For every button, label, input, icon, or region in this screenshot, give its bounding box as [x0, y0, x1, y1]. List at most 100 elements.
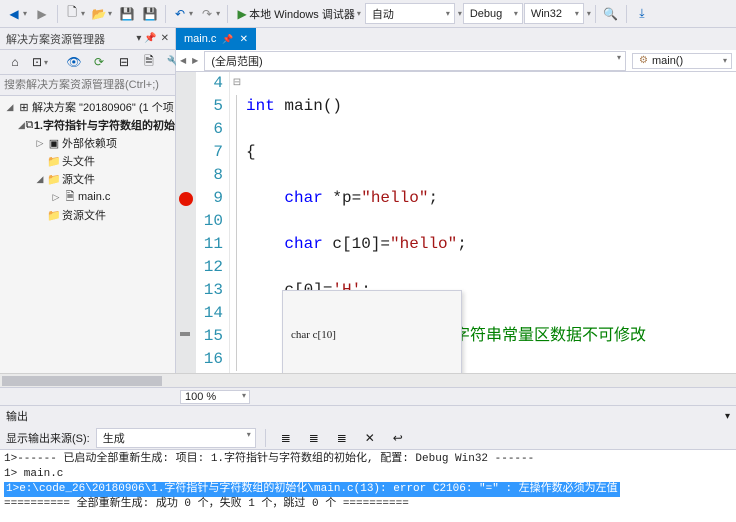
platform-combo[interactable]: Win32: [524, 3, 584, 24]
close-panel-icon[interactable]: ✕: [161, 33, 169, 44]
open-icon: 📂: [92, 7, 106, 21]
folder-icon: 📁: [46, 173, 62, 186]
scope-combo[interactable]: (全局范围): [204, 51, 626, 71]
resources-node[interactable]: 📁资源文件: [0, 206, 175, 224]
home-button[interactable]: ⌂: [4, 51, 26, 73]
run-button[interactable]: ▶ 本地 Windows 调试器▾: [232, 3, 364, 25]
breakpoint-icon[interactable]: [179, 192, 193, 206]
wrap-button[interactable]: ↩: [387, 427, 409, 449]
output-line: ========== 全部重新生成: 成功 0 个，失败 1 个，跳过 0 个 …: [4, 497, 732, 512]
function-combo[interactable]: ⚙main(): [632, 53, 732, 69]
tab-label: main.c: [184, 33, 216, 45]
mode-combo[interactable]: 自动: [365, 3, 455, 24]
save-all-icon: 💾: [143, 7, 157, 21]
solution-icon: ⊞: [16, 101, 32, 114]
solution-search[interactable]: [0, 74, 175, 96]
next-icon: ≣: [335, 431, 349, 445]
solution-node[interactable]: ◢⊞解决方案 "20180906" (1 个项: [0, 98, 175, 116]
find-button[interactable]: 🔍: [600, 3, 622, 25]
refresh-combo[interactable]: ⊡▾: [29, 51, 51, 73]
main-c-node[interactable]: ▷🗎main.c: [0, 188, 175, 206]
pin-icon[interactable]: 📌: [222, 34, 233, 45]
new-project-button[interactable]: 🗋▾: [62, 3, 88, 25]
refresh-icon: ⟳: [92, 55, 106, 69]
back-button[interactable]: ◀▾: [4, 3, 30, 25]
folder-icon: 📁: [46, 209, 62, 222]
wrap-icon: ↩: [391, 431, 405, 445]
output-source-combo[interactable]: 生成: [96, 428, 256, 448]
save-all-button[interactable]: 💾: [139, 3, 161, 25]
debugger-label: 本地 Windows 调试器: [249, 6, 355, 22]
home-icon: ⌂: [8, 55, 22, 69]
output-body[interactable]: 1>------ 已启动全部重新生成: 项目: 1.字符指针与字符数组的初始化,…: [0, 450, 736, 522]
output-error-line: 1>e:\code_26\20180906\1.字符指针与字符数组的初始化\ma…: [4, 482, 732, 497]
open-button[interactable]: 📂▾: [89, 3, 115, 25]
output-panel: 输出 ▾ 显示输出来源(S): 生成 ≣ ≣ ≣ ✕ ↩ 1>------ 已启…: [0, 405, 736, 522]
undo-icon: ↶: [173, 7, 187, 21]
refresh-button[interactable]: ⟳: [88, 51, 110, 73]
marker: [180, 332, 190, 336]
goto-icon: ≣: [279, 431, 293, 445]
fold-gutter[interactable]: ⊟: [230, 72, 244, 373]
clear-button[interactable]: ✕: [359, 427, 381, 449]
refs-node[interactable]: ▷▣外部依赖项: [0, 134, 175, 152]
solution-explorer: 解决方案资源管理器 ▾ 📌 ✕ ⌂ ⊡▾ 👁 ⟳ ⊟ 🗎 🔧 ‹ ◢⊞解决方案 …: [0, 28, 176, 373]
error-tooltip: char c[10] Error: 表达式必须是可修改的左值: [282, 290, 462, 373]
step-button[interactable]: ⤓: [631, 3, 653, 25]
editor-hscroll[interactable]: [0, 373, 736, 387]
pin-icon[interactable]: ▾ 📌: [136, 33, 156, 44]
show-all-button[interactable]: 🗎: [138, 51, 160, 73]
output-toolbar: 显示输出来源(S): 生成 ≣ ≣ ≣ ✕ ↩: [0, 426, 736, 450]
output-line: 1> main.c: [4, 467, 732, 482]
breakpoint-gutter[interactable]: [176, 72, 196, 373]
collapse-icon: ⊟: [117, 55, 131, 69]
scroll-thumb[interactable]: [2, 376, 162, 386]
step-icon: ⤓: [635, 7, 649, 21]
prev-icon: ≣: [307, 431, 321, 445]
gear-icon: ⚙: [639, 55, 648, 66]
solution-explorer-title: 解决方案资源管理器 ▾ 📌 ✕: [0, 28, 175, 50]
clear-icon: ✕: [363, 431, 377, 445]
main-toolbar: ◀▾ ▶ 🗋▾ 📂▾ 💾 💾 ↶▾ ↷▾ ▶ 本地 Windows 调试器▾ 自…: [0, 0, 736, 28]
zoom-combo[interactable]: 100 %: [180, 390, 250, 404]
forward-button[interactable]: ▶: [31, 3, 53, 25]
crumb-left-icon[interactable]: ◀: [180, 56, 186, 65]
next-button[interactable]: ≣: [331, 427, 353, 449]
editor-statusbar: 100 %: [0, 387, 736, 405]
sources-node[interactable]: ◢📁源文件: [0, 170, 175, 188]
project-icon: ⧉: [25, 119, 34, 132]
prev-button[interactable]: ≣: [303, 427, 325, 449]
cfile-icon: 🗎: [62, 188, 78, 207]
sync-button[interactable]: 👁: [63, 51, 85, 73]
editor-pane: main.c 📌 ✕ ◀ ▶ (全局范围) ⚙main() 4567891011…: [176, 28, 736, 373]
redo-icon: ↷: [200, 7, 214, 21]
combo-icon: ⊡: [32, 55, 42, 69]
code-editor[interactable]: 45678910111213141516 ⊟ int main() { char…: [176, 72, 736, 373]
output-title: 输出 ▾: [0, 406, 736, 426]
undo-button[interactable]: ↶▾: [170, 3, 196, 25]
tab-main-c[interactable]: main.c 📌 ✕: [176, 28, 256, 50]
redo-button[interactable]: ↷▾: [197, 3, 223, 25]
collapse-button[interactable]: ⊟: [113, 51, 135, 73]
project-node[interactable]: ◢⧉1.字符指针与字符数组的初始: [0, 116, 175, 134]
headers-node[interactable]: 📁头文件: [0, 152, 175, 170]
files-icon: 🗎: [142, 55, 156, 69]
solution-tree: ◢⊞解决方案 "20180906" (1 个项 ◢⧉1.字符指针与字符数组的初始…: [0, 96, 175, 373]
crumb-right-icon[interactable]: ▶: [192, 56, 198, 65]
circle-forward-icon: ▶: [35, 7, 49, 21]
output-source-label: 显示输出来源(S):: [6, 430, 90, 446]
tooltip-type: char c[10]: [291, 327, 453, 343]
code-body[interactable]: int main() { char *p="hello"; char c[10]…: [244, 72, 736, 373]
config-combo[interactable]: Debug: [463, 3, 523, 24]
find-icon: 🔍: [604, 7, 618, 21]
save-button[interactable]: 💾: [116, 3, 138, 25]
search-input[interactable]: [4, 79, 171, 91]
dropdown-icon[interactable]: ▾: [725, 411, 730, 422]
save-icon: 💾: [120, 7, 134, 21]
play-icon: ▶: [235, 7, 249, 21]
breadcrumb-bar: ◀ ▶ (全局范围) ⚙main(): [176, 50, 736, 72]
refs-icon: ▣: [46, 137, 62, 150]
close-icon[interactable]: ✕: [240, 34, 248, 45]
solution-toolbar: ⌂ ⊡▾ 👁 ⟳ ⊟ 🗎 🔧 ‹: [0, 50, 175, 74]
goto-button[interactable]: ≣: [275, 427, 297, 449]
